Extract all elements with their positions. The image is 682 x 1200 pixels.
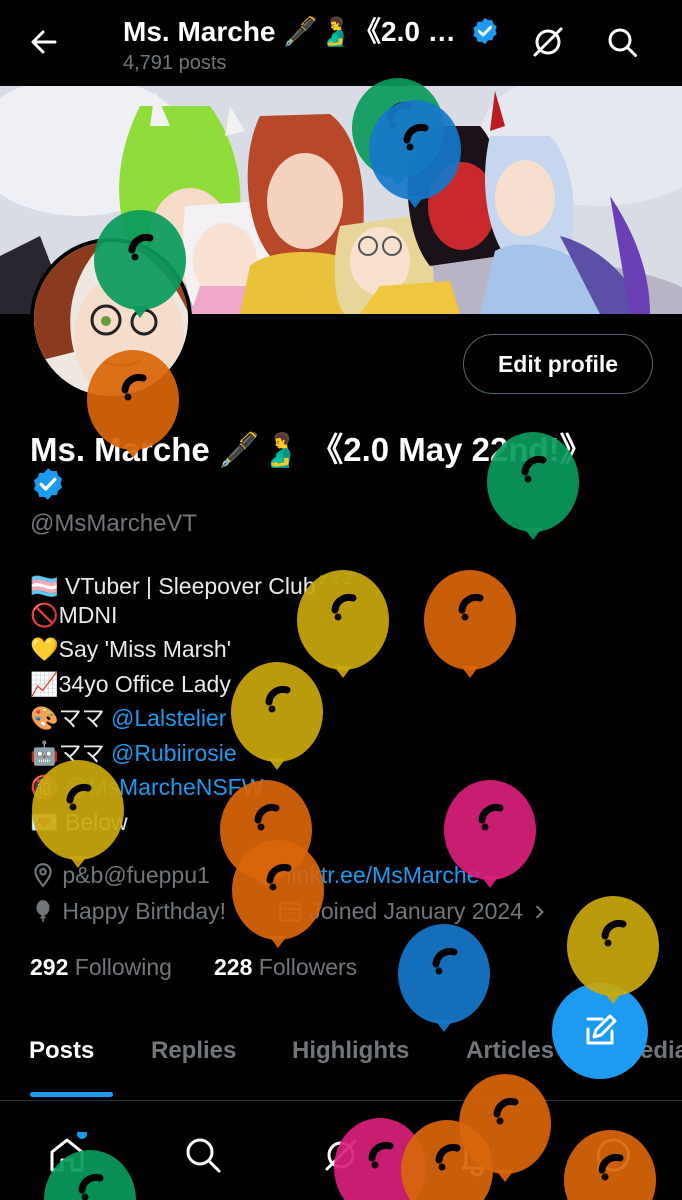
balloon-icon bbox=[398, 924, 490, 1032]
profile-website[interactable]: linktr.ee/MsMarche bbox=[254, 862, 479, 889]
arrow-left-icon bbox=[31, 30, 57, 54]
tab-highlights[interactable]: Highlights bbox=[292, 1037, 409, 1065]
balloon-icon bbox=[424, 570, 516, 678]
balloon-icon bbox=[36, 900, 50, 922]
calendar-icon bbox=[279, 901, 301, 922]
link-icon bbox=[257, 865, 277, 885]
verified-badge-icon bbox=[33, 468, 63, 500]
verified-badge[interactable] bbox=[30, 466, 66, 507]
compose-icon bbox=[586, 1014, 617, 1045]
bio-line: 🤖ママ @Rubiirosie bbox=[30, 739, 237, 766]
balloon-icon bbox=[232, 840, 324, 948]
search-icon bbox=[608, 28, 637, 57]
bio-line: 💛Say 'Miss Marsh' bbox=[30, 636, 232, 662]
mention-link[interactable]: @Lalstelier bbox=[111, 705, 226, 731]
profile-avatar[interactable] bbox=[30, 238, 192, 400]
chat-icon bbox=[596, 1138, 630, 1172]
back-button[interactable] bbox=[22, 20, 66, 64]
home-icon bbox=[50, 1129, 87, 1172]
active-tab-indicator bbox=[30, 1092, 113, 1097]
sleep-zzz: z z Z bbox=[318, 571, 354, 588]
mention-link[interactable]: @MsMarcheNSFW bbox=[65, 774, 263, 800]
following-link[interactable]: 292 Following bbox=[30, 954, 172, 981]
location-pin-icon bbox=[34, 863, 52, 888]
profile-handle: @MsMarcheVT bbox=[30, 510, 198, 537]
compose-button[interactable] bbox=[552, 983, 648, 1079]
profile-birthday: Happy Birthday! bbox=[30, 898, 226, 925]
profile-joined[interactable]: Joined January 2024 bbox=[277, 898, 549, 925]
profile-bio: 🏳️‍⚧️ VTuber | Sleepover Club z z Z 🚫MDNI… bbox=[30, 563, 353, 839]
mention-link[interactable]: @Rubiirosie bbox=[111, 740, 237, 766]
tab-posts[interactable]: Posts bbox=[29, 1037, 94, 1065]
profile-name: Ms. Marche 🖋️🫃 《2.0 May 22nd!》 bbox=[30, 431, 593, 468]
bio-line: 🚫MDNI bbox=[30, 601, 118, 628]
followers-link[interactable]: 228 Followers bbox=[214, 954, 357, 981]
search-icon bbox=[186, 1138, 221, 1173]
edit-profile-button[interactable]: Edit profile bbox=[463, 334, 653, 394]
bio-line: 📈34yo Office Lady bbox=[30, 670, 231, 697]
grok-button[interactable] bbox=[526, 20, 570, 64]
header-title: Ms. Marche 🖋️🫃《2.0 … bbox=[123, 10, 500, 50]
top-bar: Ms. Marche 🖋️🫃《2.0 … 4,791 posts bbox=[0, 0, 682, 86]
nav-notifications[interactable] bbox=[454, 1132, 500, 1178]
bio-line: 💌 Below bbox=[30, 808, 128, 835]
grok-icon bbox=[533, 27, 563, 57]
tab-replies[interactable]: Replies bbox=[151, 1037, 236, 1065]
nav-grok[interactable] bbox=[318, 1132, 364, 1178]
grok-icon bbox=[325, 1139, 357, 1171]
tab-articles[interactable]: Articles bbox=[466, 1037, 554, 1065]
bio-line: 🎨ママ @Lalstelier bbox=[30, 705, 227, 731]
bottom-navigation bbox=[0, 1108, 682, 1200]
bell-icon bbox=[461, 1139, 493, 1177]
chevron-right-icon bbox=[536, 905, 545, 919]
bio-line: 🔞 @MsMarcheNSFW bbox=[30, 774, 264, 800]
avatar-image bbox=[34, 242, 188, 396]
verified-badge-icon bbox=[472, 17, 497, 45]
nav-messages[interactable] bbox=[590, 1132, 636, 1178]
tab-divider bbox=[0, 1100, 682, 1101]
nav-explore[interactable] bbox=[180, 1132, 226, 1178]
search-button[interactable] bbox=[600, 20, 644, 64]
nav-home[interactable] bbox=[44, 1129, 90, 1178]
bio-line: 🏳️‍⚧️ VTuber | Sleepover Club z z Z bbox=[30, 571, 354, 599]
post-count: 4,791 posts bbox=[123, 52, 227, 74]
profile-location: p&b@fueppu1 bbox=[30, 862, 210, 889]
